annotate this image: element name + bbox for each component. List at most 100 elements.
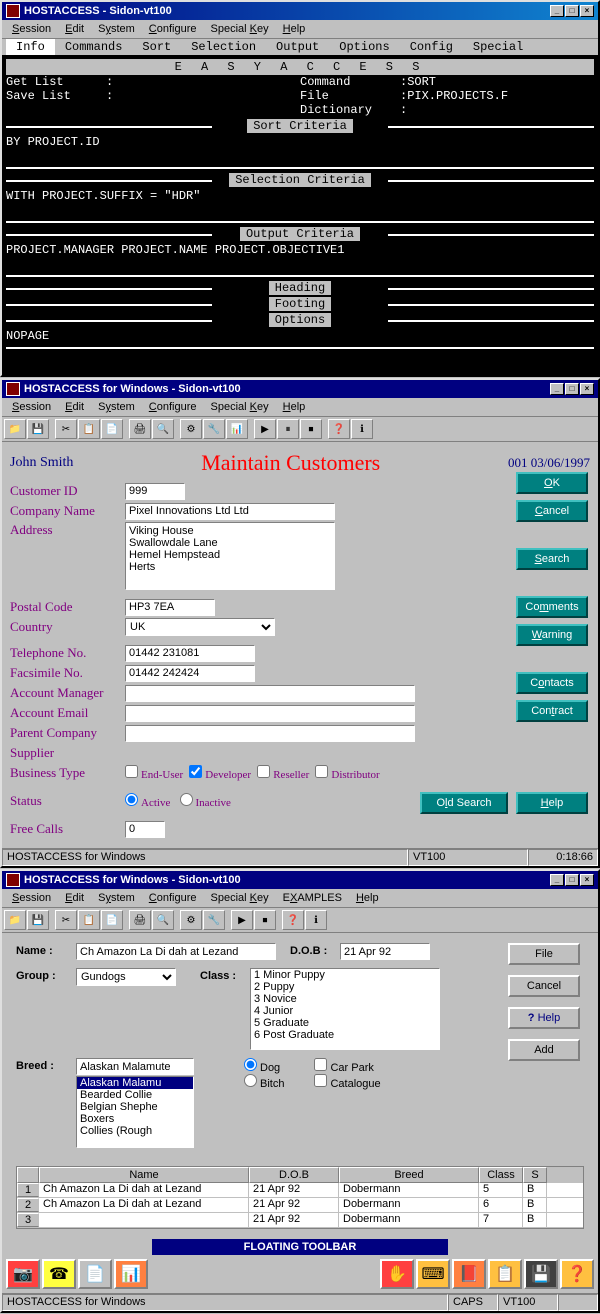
help-button[interactable]: ? Help xyxy=(508,1007,580,1029)
toolbar-btn[interactable]: 🖨 xyxy=(129,419,151,439)
cancel-button[interactable]: Cancel xyxy=(516,500,588,522)
menu-help[interactable]: Help xyxy=(277,22,312,36)
chk-enduser[interactable]: End-User xyxy=(125,765,183,781)
toolbar-btn[interactable]: ⚙ xyxy=(180,910,202,930)
toolbar-btn[interactable]: ▶ xyxy=(254,419,276,439)
menu-specialkey[interactable]: Special Key xyxy=(205,400,275,414)
toolbar-btn[interactable]: 📋 xyxy=(78,419,100,439)
radio-inactive[interactable]: Inactive xyxy=(180,793,231,809)
toolbar-btn[interactable]: 🔍 xyxy=(152,419,174,439)
telephone-input[interactable] xyxy=(125,645,255,662)
cancel-button[interactable]: Cancel xyxy=(508,975,580,997)
toolbar-btn[interactable]: ✂ xyxy=(55,419,77,439)
group-select[interactable]: Gundogs xyxy=(76,968,176,986)
tab-output[interactable]: Output xyxy=(266,39,329,55)
menu-system[interactable]: System xyxy=(92,400,141,414)
dob-input[interactable] xyxy=(340,943,430,960)
tab-sort[interactable]: Sort xyxy=(132,39,181,55)
maximize-btn[interactable]: □ xyxy=(565,874,579,886)
tab-commands[interactable]: Commands xyxy=(55,39,133,55)
name-input[interactable] xyxy=(76,943,276,960)
menu-configure[interactable]: Configure xyxy=(143,400,203,414)
tab-config[interactable]: Config xyxy=(400,39,463,55)
chk-developer[interactable]: Developer xyxy=(189,765,251,781)
toolbar-btn[interactable]: ⏹ xyxy=(254,910,276,930)
minimize-btn[interactable]: _ xyxy=(550,5,564,17)
company-input[interactable] xyxy=(125,503,335,520)
tab-info[interactable]: Info xyxy=(6,39,55,55)
radio-bitch[interactable]: Bitch xyxy=(244,1078,284,1090)
maximize-btn[interactable]: □ xyxy=(565,383,579,395)
document-icon[interactable]: 📄 xyxy=(78,1259,112,1289)
minimize-btn[interactable]: _ xyxy=(550,874,564,886)
add-button[interactable]: Add xyxy=(508,1039,580,1061)
toolbar-btn[interactable]: ℹ xyxy=(305,910,327,930)
book-icon[interactable]: 📕 xyxy=(452,1259,486,1289)
tab-special[interactable]: Special xyxy=(463,39,533,55)
floating-toolbar-title[interactable]: FLOATING TOOLBAR xyxy=(152,1239,448,1255)
toolbar-btn[interactable]: ⚙ xyxy=(180,419,202,439)
contacts-button[interactable]: Contacts xyxy=(516,672,588,694)
maximize-btn[interactable]: □ xyxy=(565,5,579,17)
close-btn[interactable]: × xyxy=(580,383,594,395)
hand-icon[interactable]: ✋ xyxy=(380,1259,414,1289)
question-icon[interactable]: ❓ xyxy=(560,1259,594,1289)
tab-selection[interactable]: Selection xyxy=(181,39,266,55)
toolbar-btn[interactable]: ❓ xyxy=(328,419,350,439)
toolbar-btn[interactable]: 📊 xyxy=(226,419,248,439)
chk-catalogue[interactable]: Catalogue xyxy=(314,1078,380,1090)
minimize-btn[interactable]: _ xyxy=(550,383,564,395)
class-listbox[interactable]: 1 Minor Puppy2 Puppy3 Novice4 Junior5 Gr… xyxy=(250,968,440,1050)
contract-button[interactable]: Contract xyxy=(516,700,588,722)
toolbar-btn[interactable]: 📋 xyxy=(78,910,100,930)
titlebar[interactable]: HOSTACCESS for Windows - Sidon-vt100 _ □… xyxy=(2,871,598,889)
toolbar-btn[interactable]: 📁 xyxy=(4,910,26,930)
menu-session[interactable]: Session xyxy=(6,891,57,905)
acct-email-input[interactable] xyxy=(125,705,415,722)
table-row[interactable]: 2Ch Amazon La Di dah at Lezand21 Apr 92D… xyxy=(17,1198,583,1213)
menu-help[interactable]: Help xyxy=(350,891,385,905)
toolbar-btn[interactable]: ❓ xyxy=(282,910,304,930)
postal-input[interactable] xyxy=(125,599,215,616)
toolbar-btn[interactable]: 🔍 xyxy=(152,910,174,930)
menu-configure[interactable]: Configure xyxy=(143,891,203,905)
chk-reseller[interactable]: Reseller xyxy=(257,765,309,781)
clipboard-icon[interactable]: 📋 xyxy=(488,1259,522,1289)
tab-options[interactable]: Options xyxy=(329,39,399,55)
address-textarea[interactable]: Viking House Swallowdale Lane Hemel Hemp… xyxy=(125,522,335,590)
free-calls-input[interactable] xyxy=(125,821,165,838)
table-row[interactable]: 1Ch Amazon La Di dah at Lezand21 Apr 92D… xyxy=(17,1183,583,1198)
titlebar[interactable]: HOSTACCESS for Windows - Sidon-vt100 _ □… xyxy=(2,380,598,398)
chk-carpark[interactable]: Car Park xyxy=(314,1062,373,1074)
menu-edit[interactable]: Edit xyxy=(59,891,90,905)
toolbar-btn[interactable]: ✂ xyxy=(55,910,77,930)
menu-session[interactable]: Session xyxy=(6,22,57,36)
toolbar-btn[interactable]: 🔧 xyxy=(203,419,225,439)
search-button[interactable]: Search xyxy=(516,548,588,570)
toolbar-btn[interactable]: 📁 xyxy=(4,419,26,439)
menu-help[interactable]: Help xyxy=(277,400,312,414)
warning-button[interactable]: Warning xyxy=(516,624,588,646)
toolbar-btn[interactable]: ℹ xyxy=(351,419,373,439)
menu-system[interactable]: System xyxy=(92,891,141,905)
menu-edit[interactable]: Edit xyxy=(59,22,90,36)
toolbar-btn[interactable]: 🖨 xyxy=(129,910,151,930)
menu-configure[interactable]: Configure xyxy=(143,22,203,36)
radio-active[interactable]: Active xyxy=(125,793,170,809)
file-button[interactable]: File xyxy=(508,943,580,965)
breed-input[interactable] xyxy=(76,1058,194,1075)
comments-button[interactable]: Comments xyxy=(516,596,588,618)
camera-icon[interactable]: 📷 xyxy=(6,1259,40,1289)
menu-session[interactable]: Session xyxy=(6,400,57,414)
menu-edit[interactable]: Edit xyxy=(59,400,90,414)
toolbar-btn[interactable]: 💾 xyxy=(27,910,49,930)
fax-input[interactable] xyxy=(125,665,255,682)
menu-system[interactable]: System xyxy=(92,22,141,36)
close-btn[interactable]: × xyxy=(580,874,594,886)
toolbar-btn[interactable]: ▶ xyxy=(231,910,253,930)
radio-dog[interactable]: Dog xyxy=(244,1062,280,1074)
parent-input[interactable] xyxy=(125,725,415,742)
close-btn[interactable]: × xyxy=(580,5,594,17)
ok-button[interactable]: OK xyxy=(516,472,588,494)
old-search-button[interactable]: Old Search xyxy=(420,792,508,814)
